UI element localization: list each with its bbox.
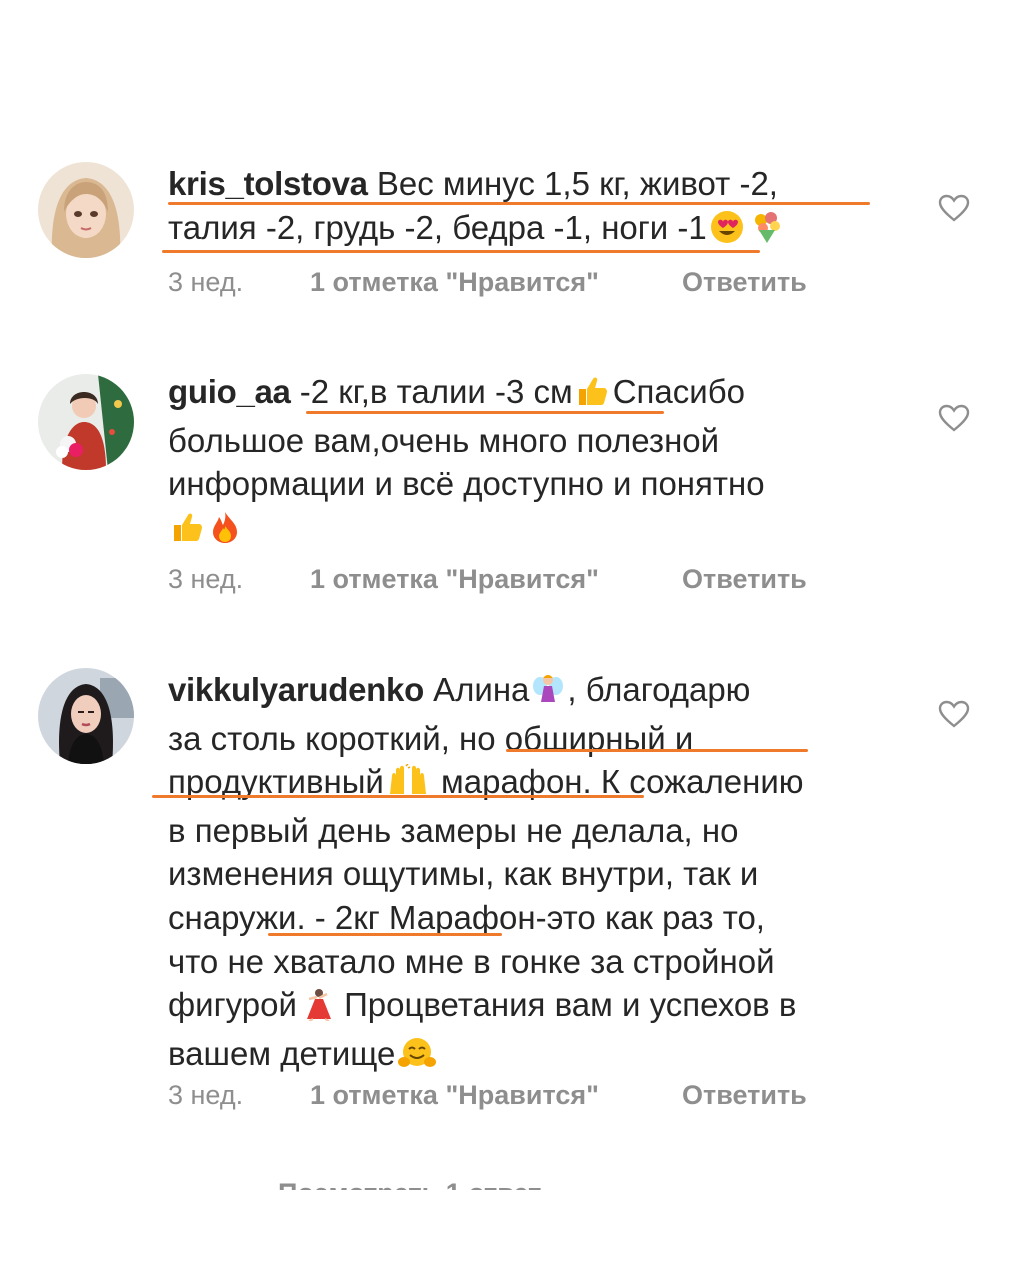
reply-button[interactable]: Ответить — [682, 1080, 807, 1111]
heart-outline-icon[interactable] — [938, 700, 970, 728]
dancer-emoji — [299, 987, 333, 1032]
highlight-underline — [152, 795, 644, 798]
highlight-underline — [306, 411, 664, 414]
likes-count[interactable]: 1 отметка "Нравится" — [310, 1080, 682, 1111]
comment-line: что не хватало мне в гонке за стройной — [168, 942, 775, 980]
fairy-emoji — [531, 672, 565, 717]
highlight-underline — [506, 749, 808, 752]
comment-line: в первый день замеры не делала, но — [168, 811, 739, 849]
comment-line: талия -2, грудь -2, бедра -1, ноги -1 — [168, 208, 707, 246]
reply-button[interactable]: Ответить — [682, 564, 807, 595]
comment-line: , благодарю — [567, 671, 751, 708]
comment-meta: 3 нед. 1 отметка "Нравится" Ответить — [168, 564, 807, 595]
hugging-face-emoji — [397, 1036, 437, 1081]
avatar[interactable] — [38, 162, 134, 258]
comment-text: guio_aa -2 кг,в талии -3 см Спасибо больш… — [168, 370, 908, 554]
comment-text: kris_tolstova Вес минус 1,5 кг, живот -2… — [168, 162, 908, 254]
view-replies-label[interactable]: Посмотреть 1 ответ — [278, 1178, 541, 1190]
reply-button[interactable]: Ответить — [682, 267, 807, 298]
comment-line: Алина — [433, 671, 530, 708]
avatar[interactable] — [38, 668, 134, 764]
comment-line: снаружи. - 2кг Марафон-это как раз то, — [168, 898, 765, 936]
likes-count[interactable]: 1 отметка "Нравится" — [310, 267, 682, 298]
heart-outline-icon[interactable] — [938, 194, 970, 222]
comment-meta: 3 нед. 1 отметка "Нравится" Ответить — [168, 1080, 807, 1111]
comment-line: фигурой — [168, 986, 297, 1024]
highlight-underline — [168, 202, 870, 205]
comment-line: информации и всё доступно и понятно — [168, 465, 765, 503]
thumbs-up-emoji — [170, 510, 206, 555]
comment-username[interactable]: vikkulyarudenko — [168, 671, 424, 708]
raising-hands-emoji — [386, 763, 430, 809]
comment-line: -2 кг,в талии -3 см — [299, 373, 573, 410]
fire-emoji — [210, 510, 240, 555]
comment-time: 3 нед. — [168, 267, 244, 297]
comment-line: большое вам,очень много полезной — [168, 421, 720, 459]
comment-time: 3 нед. — [168, 564, 244, 594]
highlight-underline — [162, 250, 760, 253]
comment-username[interactable]: guio_aa — [168, 373, 291, 410]
comment-line: Вес минус 1,5 кг, живот -2, — [376, 165, 778, 202]
comment-username[interactable]: kris_tolstova — [168, 165, 368, 202]
avatar[interactable] — [38, 374, 134, 470]
comment-text: vikkulyarudenko Алина, благодарю за стол… — [168, 668, 908, 1080]
comment-meta: 3 нед. 1 отметка "Нравится" Ответить — [168, 267, 807, 298]
highlight-underline — [268, 933, 502, 936]
comment-line: вашем детище — [168, 1034, 396, 1072]
comment-line: Процветания вам и успехов в — [344, 986, 797, 1024]
comment-line: Спасибо — [612, 373, 745, 410]
likes-count[interactable]: 1 отметка "Нравится" — [310, 564, 682, 595]
heart-eyes-emoji — [709, 210, 745, 255]
bouquet-emoji — [749, 210, 785, 255]
comment-time: 3 нед. — [168, 1080, 244, 1110]
comment-line: изменения ощутимы, как внутри, так и — [168, 855, 759, 893]
view-replies-link[interactable]: Посмотреть 1 ответ — [278, 1170, 541, 1190]
heart-outline-icon[interactable] — [938, 404, 970, 432]
